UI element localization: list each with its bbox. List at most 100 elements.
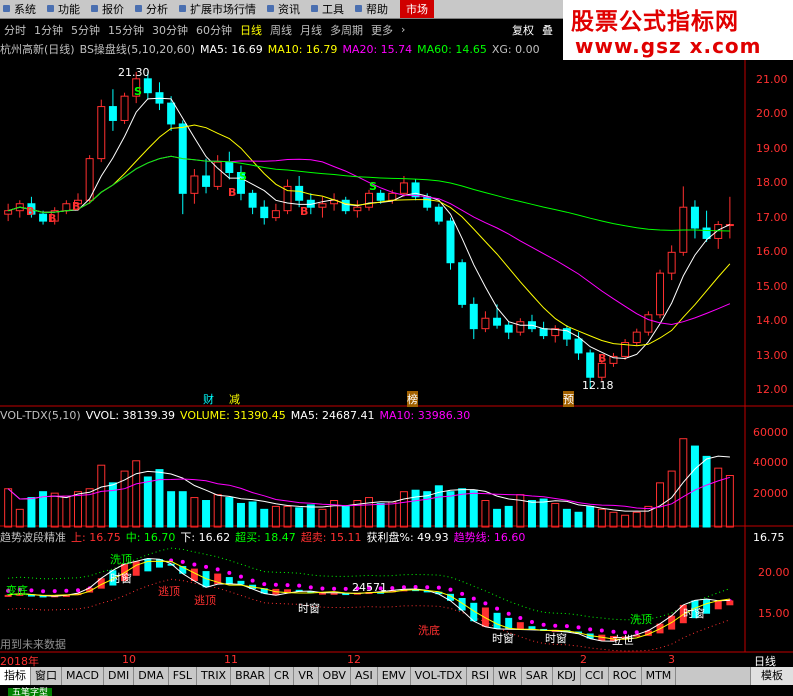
volume-bar	[283, 505, 292, 528]
volume-bar	[50, 492, 59, 528]
sub-bar	[132, 561, 140, 576]
volume-bar	[190, 497, 199, 528]
tab-emv[interactable]: EMV	[378, 667, 411, 685]
candle-body	[644, 314, 653, 333]
candle-body	[574, 338, 583, 354]
sub-label: 时窗	[492, 632, 514, 645]
tab-trix[interactable]: TRIX	[197, 667, 232, 685]
trend-dot	[634, 630, 639, 635]
candle-body	[260, 206, 269, 219]
sub-label: 时窗	[110, 572, 132, 585]
trend-dot	[506, 611, 511, 616]
tab-sar[interactable]: SAR	[522, 667, 554, 685]
candle-body	[667, 251, 676, 274]
price-tick: 13.00	[756, 349, 788, 362]
volume-bar	[551, 502, 560, 528]
volume-bar	[167, 491, 176, 528]
sub-label: 逃顶	[158, 585, 180, 598]
tab-cci[interactable]: CCI	[581, 667, 609, 685]
candle-body	[202, 175, 211, 187]
price-tick: 17.00	[756, 211, 788, 224]
volume-bar	[388, 501, 397, 528]
price-tick: 20.00	[756, 107, 788, 120]
tab-vr[interactable]: VR	[294, 667, 319, 685]
tab-dmi[interactable]: DMI	[104, 667, 135, 685]
volume-bar	[318, 508, 327, 528]
tab-mtm[interactable]: MTM	[642, 667, 677, 685]
volume-bar	[399, 491, 408, 528]
volume-bar	[260, 508, 269, 528]
ime-indicator: 五笔字型	[8, 688, 53, 696]
sub-bar	[493, 612, 501, 629]
sub-label: 时窗	[545, 632, 567, 645]
trend-dot	[273, 582, 278, 587]
template-button[interactable]: 模板	[750, 667, 793, 685]
trend-dot	[518, 616, 523, 621]
trend-dot	[390, 586, 395, 591]
ma60-value: MA60: 14.65	[417, 42, 487, 56]
volume-bar	[621, 514, 630, 528]
axis-month: 11	[224, 653, 238, 666]
sub-bar	[714, 600, 722, 610]
volume-bar	[295, 507, 304, 528]
sub-tick: 16.75	[753, 531, 785, 544]
sub-mid: 中: 16.70	[125, 531, 176, 544]
tab-vol-tdx[interactable]: VOL-TDX	[411, 667, 468, 685]
tab-macd[interactable]: MACD	[62, 667, 104, 685]
trend-dot	[180, 559, 185, 564]
trend-dot	[576, 625, 581, 630]
tab-dma[interactable]: DMA	[134, 667, 169, 685]
trend-dot	[425, 585, 430, 590]
trend-dot	[204, 564, 209, 569]
tab-asi[interactable]: ASI	[351, 667, 378, 685]
price-tick: 12.00	[756, 383, 788, 396]
candle-body	[516, 321, 525, 333]
low-price-label: 12.18	[582, 379, 614, 392]
volume-bar	[539, 498, 548, 528]
ma5-line	[7, 97, 731, 360]
tab-rsi[interactable]: RSI	[467, 667, 495, 685]
volume-bar	[376, 502, 385, 528]
volume-bar	[62, 495, 71, 528]
candle-body	[341, 199, 350, 212]
candle-body	[353, 206, 362, 212]
price-tick: 18.00	[756, 176, 788, 189]
trend-dot	[460, 591, 465, 596]
tab-window[interactable]: 窗口	[31, 667, 62, 685]
trend-dot	[297, 583, 302, 588]
event-bang: 榜	[407, 391, 418, 407]
volume-bar	[469, 489, 478, 528]
sub-oversell: 超卖: 15.11	[300, 531, 362, 544]
candle-body	[318, 203, 327, 208]
sub-bar	[225, 577, 233, 584]
sub-high-label: 24571	[352, 581, 387, 594]
ma5-value: MA5: 16.69	[200, 42, 263, 56]
sub-legend: 趋势波段精准 上: 16.75 中: 16.70 下: 16.62 超买: 18…	[0, 529, 530, 545]
tab-wr[interactable]: WR	[494, 667, 522, 685]
volume-bar	[725, 475, 734, 528]
candle-body	[411, 182, 420, 198]
trend-dot	[483, 601, 488, 606]
tab-fsl[interactable]: FSL	[169, 667, 197, 685]
volume-bar	[562, 508, 571, 528]
trend-dot	[401, 585, 406, 590]
sub-label: 逃顶	[194, 594, 216, 607]
trend-dot	[599, 628, 604, 633]
volume-bar	[271, 505, 280, 528]
tab-obv[interactable]: OBV	[319, 667, 351, 685]
future-data-note: 用到未来数据	[0, 638, 66, 651]
tab-cr[interactable]: CR	[270, 667, 295, 685]
volume-bar	[132, 460, 141, 528]
sub-label: 洗顶	[110, 553, 132, 566]
price-tick: 15.00	[756, 280, 788, 293]
candle-body	[283, 185, 292, 212]
candle-body	[458, 262, 467, 305]
axis-month: 3	[668, 653, 675, 666]
volume-bar	[446, 491, 455, 528]
tab-indicator[interactable]: 指标	[0, 667, 31, 685]
candle-body	[4, 210, 13, 215]
tab-roc[interactable]: ROC	[609, 667, 642, 685]
tab-brar[interactable]: BRAR	[231, 667, 271, 685]
tab-kdj[interactable]: KDJ	[553, 667, 581, 685]
trend-dot	[495, 606, 500, 611]
